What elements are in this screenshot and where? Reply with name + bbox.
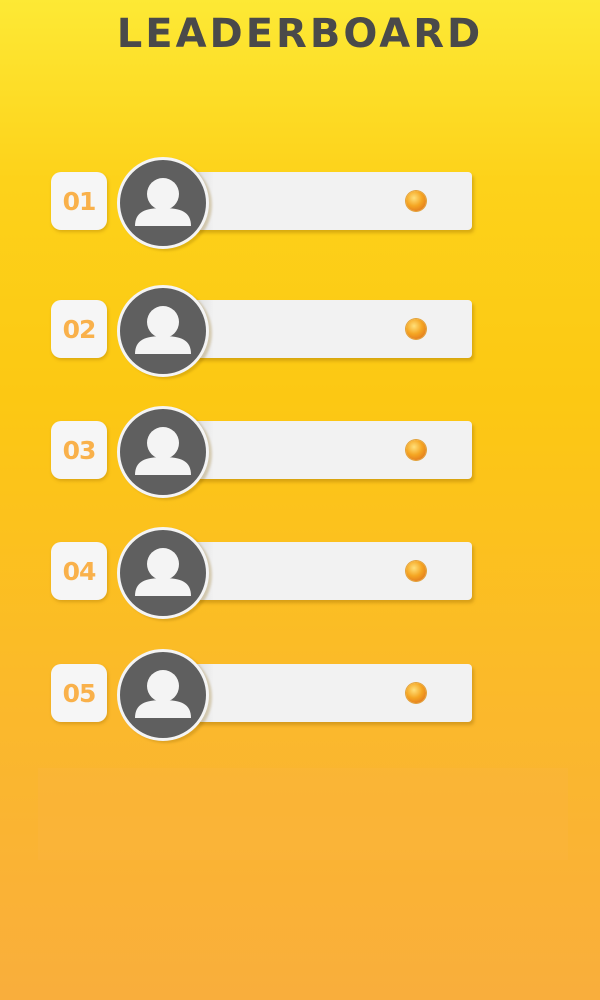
user-avatar-icon[interactable] [117, 649, 209, 741]
coin-icon [406, 319, 426, 339]
leaderboard-row[interactable]: 02 [0, 285, 600, 377]
rank-badge: 03 [51, 421, 107, 479]
leaderboard-row[interactable]: 03 [0, 406, 600, 498]
player-info-panel [190, 542, 472, 600]
background-panel [38, 768, 568, 860]
rank-badge: 02 [51, 300, 107, 358]
coin-icon [406, 683, 426, 703]
leaderboard-row[interactable]: 04 [0, 527, 600, 619]
player-info-panel [190, 664, 472, 722]
coin-icon [406, 561, 426, 581]
rank-badge: 04 [51, 542, 107, 600]
user-avatar-icon[interactable] [117, 157, 209, 249]
player-info-panel [190, 300, 472, 358]
rank-badge: 05 [51, 664, 107, 722]
player-info-panel [190, 172, 472, 230]
rank-badge: 01 [51, 172, 107, 230]
coin-icon [406, 440, 426, 460]
coin-icon [406, 191, 426, 211]
leaderboard-row[interactable]: 01 [0, 157, 600, 249]
player-info-panel [190, 421, 472, 479]
user-avatar-icon[interactable] [117, 406, 209, 498]
user-avatar-icon[interactable] [117, 285, 209, 377]
user-avatar-icon[interactable] [117, 527, 209, 619]
leaderboard-row[interactable]: 05 [0, 649, 600, 741]
